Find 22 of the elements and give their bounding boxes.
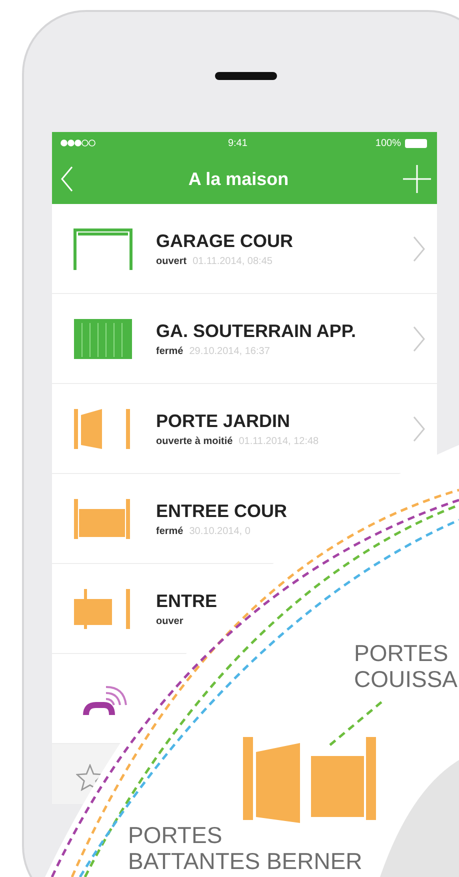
status-time: 9:41 bbox=[228, 138, 248, 148]
back-icon[interactable] bbox=[60, 166, 74, 192]
device-state: fermé bbox=[156, 526, 184, 536]
device-state: ouvert bbox=[156, 256, 187, 266]
battery-icon bbox=[404, 138, 429, 148]
garage-door-icon bbox=[72, 226, 134, 270]
section-label: PORTES COUISSA bbox=[354, 640, 458, 692]
device-state: ouver bbox=[156, 616, 184, 626]
device-name: PORTE JARDIN bbox=[156, 410, 292, 432]
device-state: fermé bbox=[156, 346, 184, 356]
device-name: GA. SOUTERRAIN APP. bbox=[156, 320, 358, 342]
garage-door-icon bbox=[72, 316, 134, 360]
phone-speaker bbox=[215, 72, 277, 80]
add-icon[interactable] bbox=[403, 165, 431, 193]
leader-line bbox=[329, 699, 385, 746]
battery-percent: 100% bbox=[375, 138, 401, 148]
device-name: ENTREE COUR bbox=[156, 500, 288, 522]
device-name: GARAGE COUR bbox=[156, 230, 294, 252]
screen-title: A la maison bbox=[188, 168, 289, 190]
section-label: PORTES BATTANTES BERNER bbox=[128, 822, 362, 874]
device-state: ouverte à moitié bbox=[156, 436, 233, 446]
device-name: ENTRE bbox=[156, 590, 218, 612]
